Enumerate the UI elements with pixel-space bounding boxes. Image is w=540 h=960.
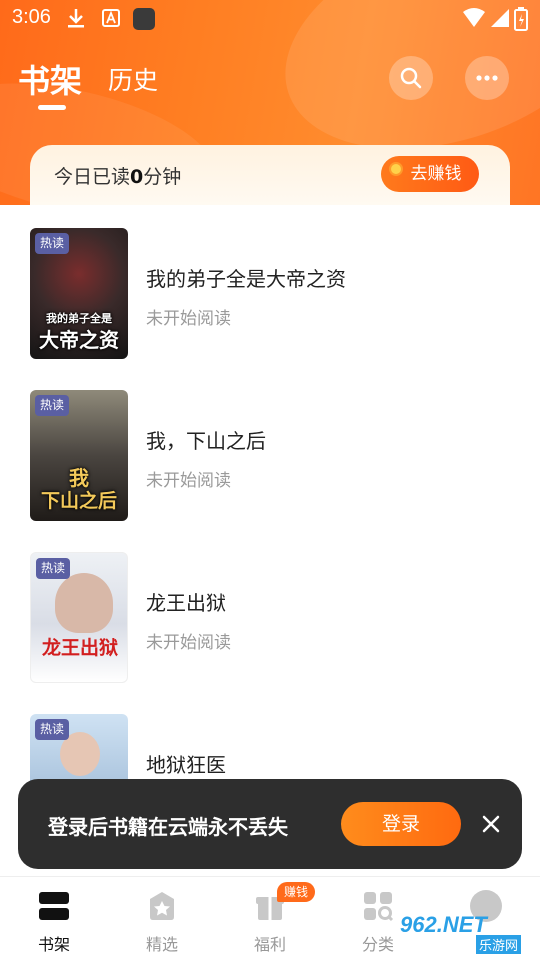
search-icon [400,67,422,89]
app-square-icon [133,8,155,30]
welfare-earn-badge: 赚钱 [277,882,316,902]
status-time: 3:06 [12,6,51,28]
reading-suffix: 分钟 [143,166,182,188]
book-status: 未开始阅读 [146,309,231,329]
bookshelf-icon [39,892,69,920]
download-icon [68,9,84,28]
watermark-logo: 962.NET [400,912,487,937]
book-title: 龙王出狱 [146,591,226,615]
earn-money-button[interactable]: 去赚钱 [381,156,479,192]
hot-badge: 热读 [35,719,70,740]
category-icon [364,892,394,922]
book-cover[interactable]: 我的弟子全是 大帝之资 热读 [30,228,128,359]
reading-time-card: 今日已读0分钟 去赚钱 [30,145,510,205]
book-item[interactable]: 龙王出狱 热读 龙王出狱 未开始阅读 [0,529,540,683]
close-icon[interactable] [478,811,504,837]
reading-time-text: 今日已读0分钟 [54,162,181,189]
watermark-subtitle: 乐游网 [476,935,522,954]
reading-minutes: 0 [130,166,144,188]
featured-icon [150,892,174,920]
status-bar: 3:06 [0,0,540,36]
book-title: 地狱狂医 [146,753,226,777]
nav-item-bookshelf[interactable]: 书架 [14,889,94,959]
tab-bookshelf[interactable]: 书架 [18,56,82,102]
tab-active-indicator [38,105,66,110]
book-title: 我，下山之后 [146,429,266,453]
login-prompt-toast: 登录后书籍在云端永不丢失 登录 [18,779,522,869]
signal-icon [491,9,509,27]
nav-label-welfare: 福利 [253,935,286,954]
book-item[interactable]: 我 下山之后 热读 我，下山之后 未开始阅读 [0,367,540,521]
book-status: 未开始阅读 [146,471,231,491]
hot-badge: 热读 [35,395,70,416]
earn-money-label: 去赚钱 [410,164,462,184]
nav-item-featured[interactable]: 精选 [122,889,202,959]
wifi-icon [463,8,485,27]
cover-title: 龙王出狱 [41,637,118,659]
a-notification-icon [102,9,120,27]
search-button[interactable] [389,56,433,100]
tab-history[interactable]: 历史 [108,61,158,97]
book-status: 未开始阅读 [146,633,231,653]
reading-prefix: 今日已读 [54,166,131,188]
book-list: 我的弟子全是 大帝之资 热读 我的弟子全是大帝之资 未开始阅读 我 下山之后 热… [0,205,540,875]
cover-illustration [55,573,113,633]
hot-badge: 热读 [36,558,71,579]
nav-label-bookshelf: 书架 [37,935,70,954]
header: 3:06 书架 历史 今日已读0分钟 去赚钱 [0,0,540,205]
nav-label-featured: 精选 [145,935,178,954]
login-button[interactable]: 登录 [341,802,461,846]
book-cover[interactable]: 龙王出狱 热读 [30,552,128,683]
more-icon [476,75,498,81]
more-button[interactable] [465,56,509,100]
hot-badge: 热读 [35,233,70,254]
battery-icon [514,7,528,31]
cover-title: 大帝之资 [39,328,119,352]
book-item[interactable]: 我的弟子全是 大帝之资 热读 我的弟子全是大帝之资 未开始阅读 [0,205,540,359]
book-title: 我的弟子全是大帝之资 [146,267,346,291]
coin-icon [389,162,403,176]
login-prompt-text: 登录后书籍在云端永不丢失 [48,815,288,839]
book-cover[interactable]: 我 下山之后 热读 [30,390,128,521]
cover-title: 下山之后 [40,490,117,512]
